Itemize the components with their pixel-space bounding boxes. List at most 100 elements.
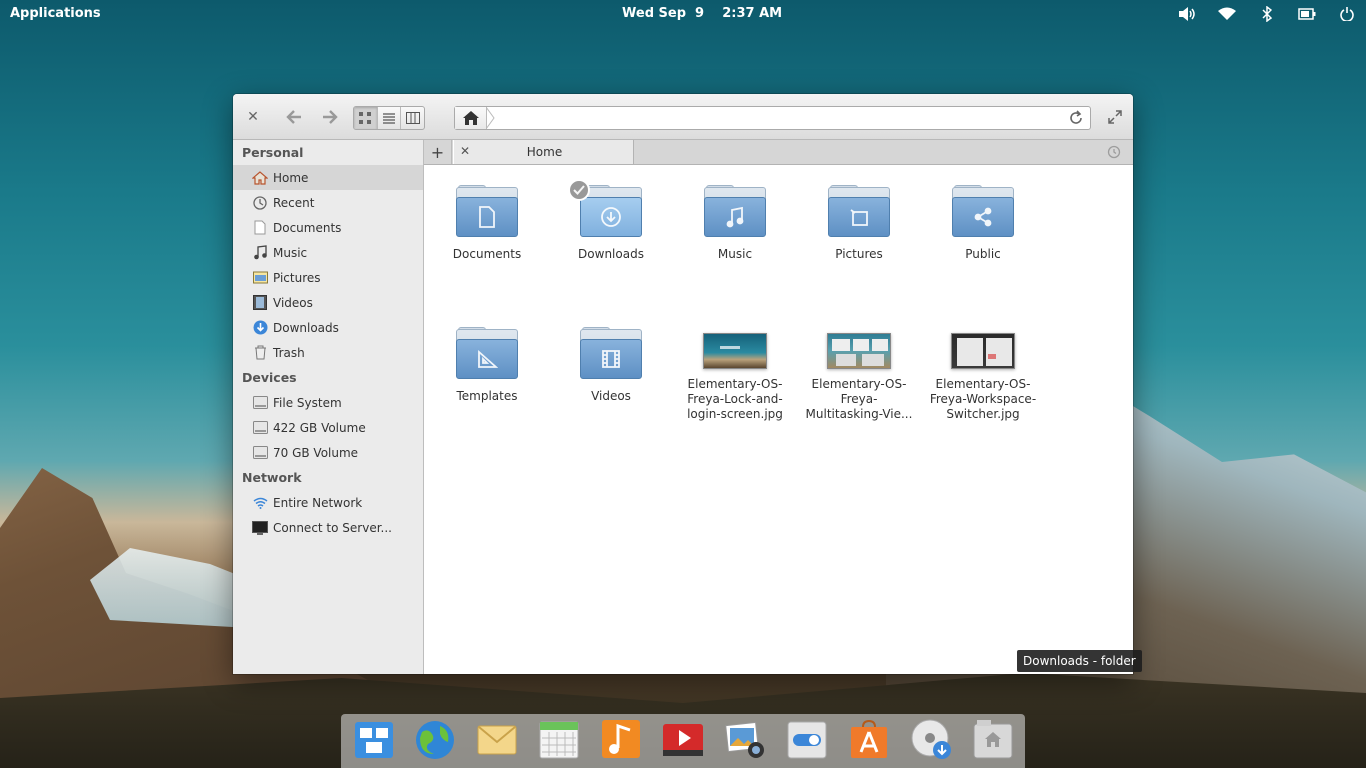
close-window-button[interactable]: ✕ [245,109,261,125]
music-note-icon [252,245,268,261]
image-thumbnail [827,333,891,369]
film-icon [252,295,268,311]
file-manager-window: ✕ Personal Home Recent Documents Music P… [233,94,1133,674]
view-switcher [353,106,425,130]
image-thumbnail [703,333,767,369]
power-icon[interactable] [1338,5,1356,23]
music-note-icon [726,206,744,228]
drive-icon [252,420,268,436]
videos-icon[interactable] [662,718,704,760]
file-multitasking-view-jpg[interactable]: Elementary-OS- Freya- Multitasking-Vie..… [804,327,914,422]
forward-button[interactable] [319,107,341,127]
sidebar-item-connect-to-server[interactable]: Connect to Server... [233,515,423,540]
dock [341,714,1025,768]
folder-icon [580,327,642,381]
columns-icon [405,112,420,124]
home-icon [252,170,268,186]
folder-documents[interactable]: Documents [432,185,542,262]
indicator-area [1178,5,1356,23]
photos-icon[interactable] [724,718,766,760]
sidebar-item-documents[interactable]: Documents [233,215,423,240]
wifi-icon[interactable] [1218,5,1236,23]
icon-view[interactable]: Documents Downloads Music Pictures Publi… [424,165,1133,674]
sidebar-item-pictures[interactable]: Pictures [233,265,423,290]
sidebar-item-downloads[interactable]: Downloads [233,315,423,340]
download-icon [601,207,621,227]
tab-label: Home [526,145,563,159]
app-center-icon[interactable] [848,718,890,760]
sidebar-heading-network[interactable]: Network [233,465,423,490]
top-panel: Applications Wed Sep 9 2:37 AM [0,0,1366,28]
sidebar-heading-devices[interactable]: Devices [233,365,423,390]
home-icon [462,111,479,125]
folder-music[interactable]: Music [680,185,790,262]
download-icon [252,320,268,336]
clock[interactable]: Wed Sep 9 2:37 AM [622,6,782,21]
sidebar-item-70gb-volume[interactable]: 70 GB Volume [233,440,423,465]
volume-icon[interactable] [1178,5,1196,23]
folder-icon [828,185,890,239]
column-view-button[interactable] [401,107,424,129]
film-icon [602,350,620,368]
headerbar: ✕ [233,94,1133,140]
sidebar-item-422gb-volume[interactable]: 422 GB Volume [233,415,423,440]
monitor-icon [252,520,268,536]
files-icon[interactable] [972,718,1014,760]
tab-bar: + ✕ Home [424,140,1133,165]
disk-download-icon[interactable] [910,718,952,760]
folder-downloads[interactable]: Downloads [556,179,666,262]
back-button[interactable] [283,107,305,127]
mail-icon[interactable] [476,718,518,760]
file-workspace-switcher-jpg[interactable]: Elementary-OS- Freya-Workspace- Switcher… [928,327,1038,422]
drive-icon [252,395,268,411]
restore-tab-icon[interactable] [1107,144,1123,160]
tab-home[interactable]: ✕ Home [453,140,634,164]
battery-icon[interactable] [1298,5,1316,23]
applications-menu[interactable]: Applications [10,6,101,21]
sidebar-item-music[interactable]: Music [233,240,423,265]
maximize-icon [1108,110,1122,124]
multitasking-view-icon[interactable] [353,718,395,760]
network-wifi-icon [252,495,268,511]
sidebar: Personal Home Recent Documents Music Pic… [233,140,424,674]
web-browser-icon[interactable] [414,718,456,760]
calendar-icon[interactable] [538,718,580,760]
reload-button[interactable] [1068,110,1084,126]
location-bar[interactable] [454,106,1091,130]
list-view-button[interactable] [378,107,402,129]
picture-icon [252,270,268,286]
music-icon[interactable] [600,718,642,760]
sidebar-item-videos[interactable]: Videos [233,290,423,315]
drive-icon [252,445,268,461]
reload-icon [1070,110,1082,124]
sidebar-item-entire-network[interactable]: Entire Network [233,490,423,515]
bluetooth-icon[interactable] [1258,5,1276,23]
sidebar-heading-personal[interactable]: Personal [233,140,423,165]
path-home-button[interactable] [455,107,487,129]
picture-icon [850,209,868,226]
settings-icon[interactable] [786,718,828,760]
folder-icon [952,185,1014,239]
folder-templates[interactable]: Templates [432,327,542,404]
ruler-triangle-icon [478,350,498,368]
folder-public[interactable]: Public [928,185,1038,262]
image-thumbnail [951,333,1015,369]
sidebar-item-home[interactable]: Home [233,165,423,190]
selection-check-icon[interactable] [568,179,590,201]
icon-view-button[interactable] [354,107,378,129]
share-icon [974,207,992,227]
new-tab-button[interactable]: + [424,140,452,164]
document-icon [479,206,495,228]
sidebar-item-recent[interactable]: Recent [233,190,423,215]
path-separator-icon [486,107,495,129]
folder-icon [456,327,518,381]
folder-icon [568,179,642,239]
grid-icon [359,112,372,124]
maximize-button[interactable] [1107,109,1123,125]
folder-pictures[interactable]: Pictures [804,185,914,262]
folder-icon [704,185,766,239]
sidebar-item-file-system[interactable]: File System [233,390,423,415]
folder-videos[interactable]: Videos [556,327,666,404]
file-lock-screen-jpg[interactable]: Elementary-OS- Freya-Lock-and- login-scr… [680,327,790,422]
sidebar-item-trash[interactable]: Trash [233,340,423,365]
